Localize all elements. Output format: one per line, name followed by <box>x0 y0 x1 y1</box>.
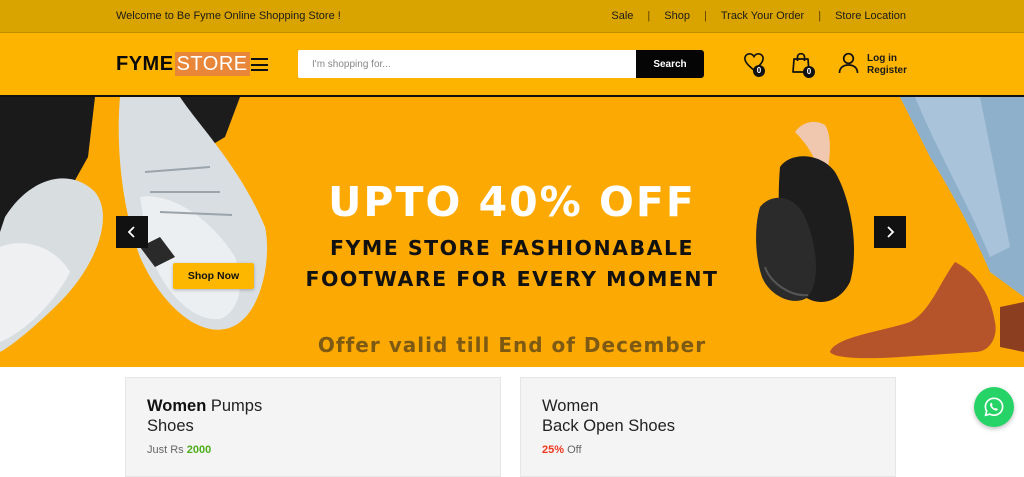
product-card-women-back-open[interactable]: Women Back Open Shoes 25% Off <box>520 377 896 477</box>
register-label[interactable]: Register <box>867 65 907 77</box>
product-price: Just Rs 2000 <box>147 444 211 456</box>
hero-subline-2: FOOTWARE FOR EVERY MOMENT <box>305 267 719 291</box>
hero-headline: UPTO 40% OFF <box>328 178 696 226</box>
discount-suffix: Off <box>564 444 582 456</box>
logo-text-store: STORE <box>174 52 250 76</box>
cart-button[interactable]: 0 <box>791 52 817 78</box>
cart-count-badge: 0 <box>803 66 815 78</box>
whatsapp-icon <box>984 397 1004 417</box>
logo-text-fyme: FYME <box>116 53 174 75</box>
price-value: 2000 <box>186 444 212 456</box>
product-title-rest: Women <box>542 397 599 415</box>
price-prefix: Just Rs <box>147 444 187 456</box>
chevron-right-icon <box>887 226 895 238</box>
account-button[interactable] <box>838 52 860 76</box>
search-button[interactable]: Search <box>636 50 704 78</box>
hero-banner: UPTO 40% OFF FYME STORE FASHIONABALE FOO… <box>0 97 1024 367</box>
whatsapp-chat-button[interactable] <box>974 387 1014 427</box>
hero-subline-1: FYME STORE FASHIONABALE <box>329 236 695 260</box>
slider-next-button[interactable] <box>874 216 906 248</box>
discount-value: 25% <box>542 444 565 456</box>
product-title-line2: Shoes <box>147 417 194 435</box>
shop-now-button[interactable]: Shop Now <box>173 263 254 289</box>
hero-offer-validity: Offer valid till End of December <box>317 333 707 357</box>
search-input[interactable] <box>298 50 637 78</box>
product-title-rest: Pumps <box>206 397 263 415</box>
top-link-track-order[interactable]: Track Your Order <box>721 10 804 22</box>
separator: | <box>647 10 651 22</box>
top-link-sale[interactable]: Sale <box>611 10 633 22</box>
product-discount: 25% Off <box>542 444 582 456</box>
product-card-women-pumps[interactable]: Women Pumps Shoes Just Rs 2000 <box>125 377 501 477</box>
login-label[interactable]: Log in <box>867 53 907 65</box>
user-icon <box>838 52 859 74</box>
store-logo[interactable]: FYME STORE <box>116 52 250 76</box>
separator: | <box>703 10 707 22</box>
separator: | <box>818 10 822 22</box>
top-bar: Welcome to Be Fyme Online Shopping Store… <box>0 0 1024 33</box>
top-link-shop[interactable]: Shop <box>664 10 690 22</box>
welcome-message: Welcome to Be Fyme Online Shopping Store… <box>116 10 341 22</box>
product-title-bold: Women <box>147 397 207 415</box>
menu-icon[interactable] <box>251 58 268 71</box>
product-title[interactable]: Women Back Open Shoes <box>542 396 675 436</box>
top-link-store-location[interactable]: Store Location <box>835 10 906 22</box>
product-title-line2: Back Open Shoes <box>542 417 675 435</box>
wishlist-count-badge: 0 <box>753 65 765 77</box>
wishlist-button[interactable]: 0 <box>743 52 767 78</box>
login-register-link[interactable]: Log in Register <box>867 53 907 77</box>
chevron-left-icon <box>127 226 135 238</box>
product-title[interactable]: Women Pumps Shoes <box>147 396 262 436</box>
top-links: Sale | Shop | Track Your Order | Store L… <box>611 10 906 22</box>
slider-prev-button[interactable] <box>116 216 148 248</box>
